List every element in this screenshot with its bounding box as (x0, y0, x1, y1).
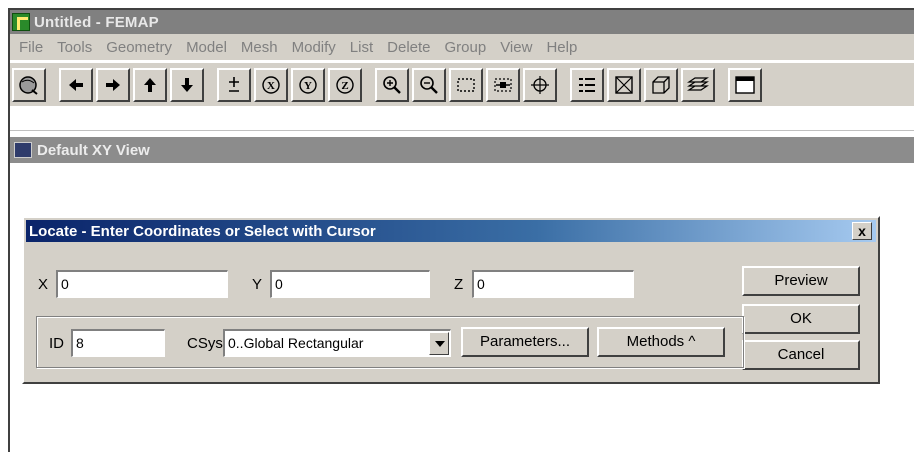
pan-up-button[interactable] (133, 67, 167, 102)
zoom-out-icon (420, 75, 438, 94)
ok-button[interactable]: OK (742, 304, 860, 334)
zoom-box-icon (457, 77, 475, 92)
zoom-box-button[interactable] (449, 67, 483, 102)
rotate-z-icon: Z (336, 75, 354, 94)
app-title: Untitled - FEMAP (34, 13, 159, 31)
svg-text:Z: Z (341, 80, 348, 92)
globe-button[interactable] (12, 67, 46, 102)
menu-group[interactable]: Group (438, 39, 494, 56)
dialog-title: Locate - Enter Coordinates or Select wit… (29, 222, 376, 240)
menu-modify[interactable]: Modify (285, 39, 343, 56)
list-icon (579, 77, 595, 92)
menu-tools[interactable]: Tools (50, 39, 99, 56)
layers-icon (687, 76, 709, 91)
arrow-left-icon (69, 78, 83, 91)
rotate-x-button[interactable]: X (254, 67, 288, 102)
cube-button[interactable] (644, 67, 678, 102)
list-button[interactable] (570, 67, 604, 102)
arrow-down-icon (181, 77, 193, 92)
menu-mesh[interactable]: Mesh (234, 39, 285, 56)
plus-minus-button[interactable] (217, 67, 251, 102)
zoom-fit-button[interactable] (486, 67, 520, 102)
menu-geometry[interactable]: Geometry (99, 39, 179, 56)
layers-button[interactable] (681, 67, 715, 102)
menu-help[interactable]: Help (539, 39, 584, 56)
menu-list[interactable]: List (343, 39, 380, 56)
menu-delete[interactable]: Delete (380, 39, 437, 56)
view-title: Default XY View (37, 141, 150, 159)
crosshair-icon (531, 75, 549, 94)
csys-select[interactable]: 0..Global Rectangular (223, 329, 451, 357)
crosshair-button[interactable] (523, 67, 557, 102)
box-x-button[interactable] (607, 67, 641, 102)
view-toolbar: X Y Z (10, 62, 914, 106)
chevron-down-icon[interactable] (429, 332, 449, 355)
close-button[interactable]: x (852, 222, 872, 240)
pan-right-button[interactable] (96, 67, 130, 102)
view-window-icon (14, 142, 32, 158)
arrow-right-icon (106, 78, 120, 91)
femap-logo-icon (12, 13, 30, 31)
csys-label: CSys (187, 335, 223, 352)
id-label: ID (49, 335, 64, 352)
rotate-z-button[interactable]: Z (328, 67, 362, 102)
pan-left-button[interactable] (59, 67, 93, 102)
rotate-y-icon: Y (299, 75, 317, 94)
z-label: Z (454, 276, 464, 293)
arrow-up-icon (144, 77, 156, 92)
dialog-title-bar: Locate - Enter Coordinates or Select wit… (26, 220, 876, 242)
cancel-button[interactable]: Cancel (742, 340, 860, 370)
x-label: X (38, 276, 49, 293)
window-icon (735, 75, 755, 94)
view-title-bar: Default XY View (10, 137, 914, 163)
rotate-x-icon: X (262, 75, 280, 94)
menu-file[interactable]: File (12, 39, 50, 56)
pan-down-button[interactable] (170, 67, 204, 102)
y-label: Y (252, 276, 263, 293)
cube-icon (652, 75, 670, 94)
app-title-bar: Untitled - FEMAP (10, 10, 914, 34)
id-csys-group: ID 8 CSys 0..Global Rectangular Paramete… (36, 316, 744, 368)
svg-text:X: X (267, 80, 275, 92)
parameters-button[interactable]: Parameters... (461, 327, 589, 357)
menu-bar: File Tools Geometry Model Mesh Modify Li… (10, 34, 914, 60)
menu-model[interactable]: Model (179, 39, 234, 56)
preview-button[interactable]: Preview (742, 266, 860, 296)
zoom-in-button[interactable] (375, 67, 409, 102)
y-coordinate-field[interactable]: 0 (270, 270, 430, 298)
id-field[interactable]: 8 (71, 329, 165, 357)
box-x-icon (615, 75, 633, 94)
rotate-y-button[interactable]: Y (291, 67, 325, 102)
zoom-out-button[interactable] (412, 67, 446, 102)
plus-minus-icon (229, 76, 239, 92)
zoom-in-icon (383, 75, 401, 94)
x-coordinate-field[interactable]: 0 (56, 270, 228, 298)
z-coordinate-field[interactable]: 0 (472, 270, 634, 298)
window-button[interactable] (728, 67, 762, 102)
menu-view[interactable]: View (493, 39, 539, 56)
csys-value: 0..Global Rectangular (228, 335, 364, 351)
zoom-fit-icon (494, 77, 512, 92)
svg-text:Y: Y (304, 80, 312, 92)
methods-button[interactable]: Methods ^ (597, 327, 725, 357)
locate-dialog: Locate - Enter Coordinates or Select wit… (22, 216, 880, 384)
globe-icon (19, 75, 38, 95)
